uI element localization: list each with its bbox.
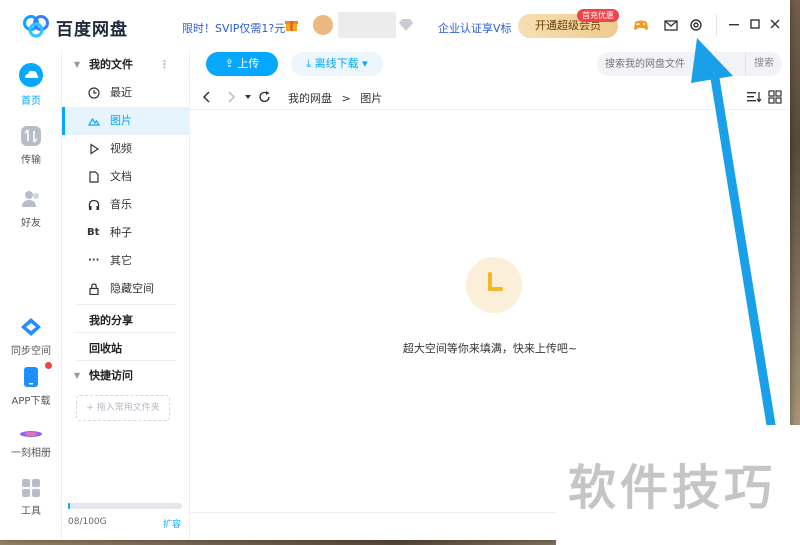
watermark-text: 软件技巧 (568, 460, 777, 516)
